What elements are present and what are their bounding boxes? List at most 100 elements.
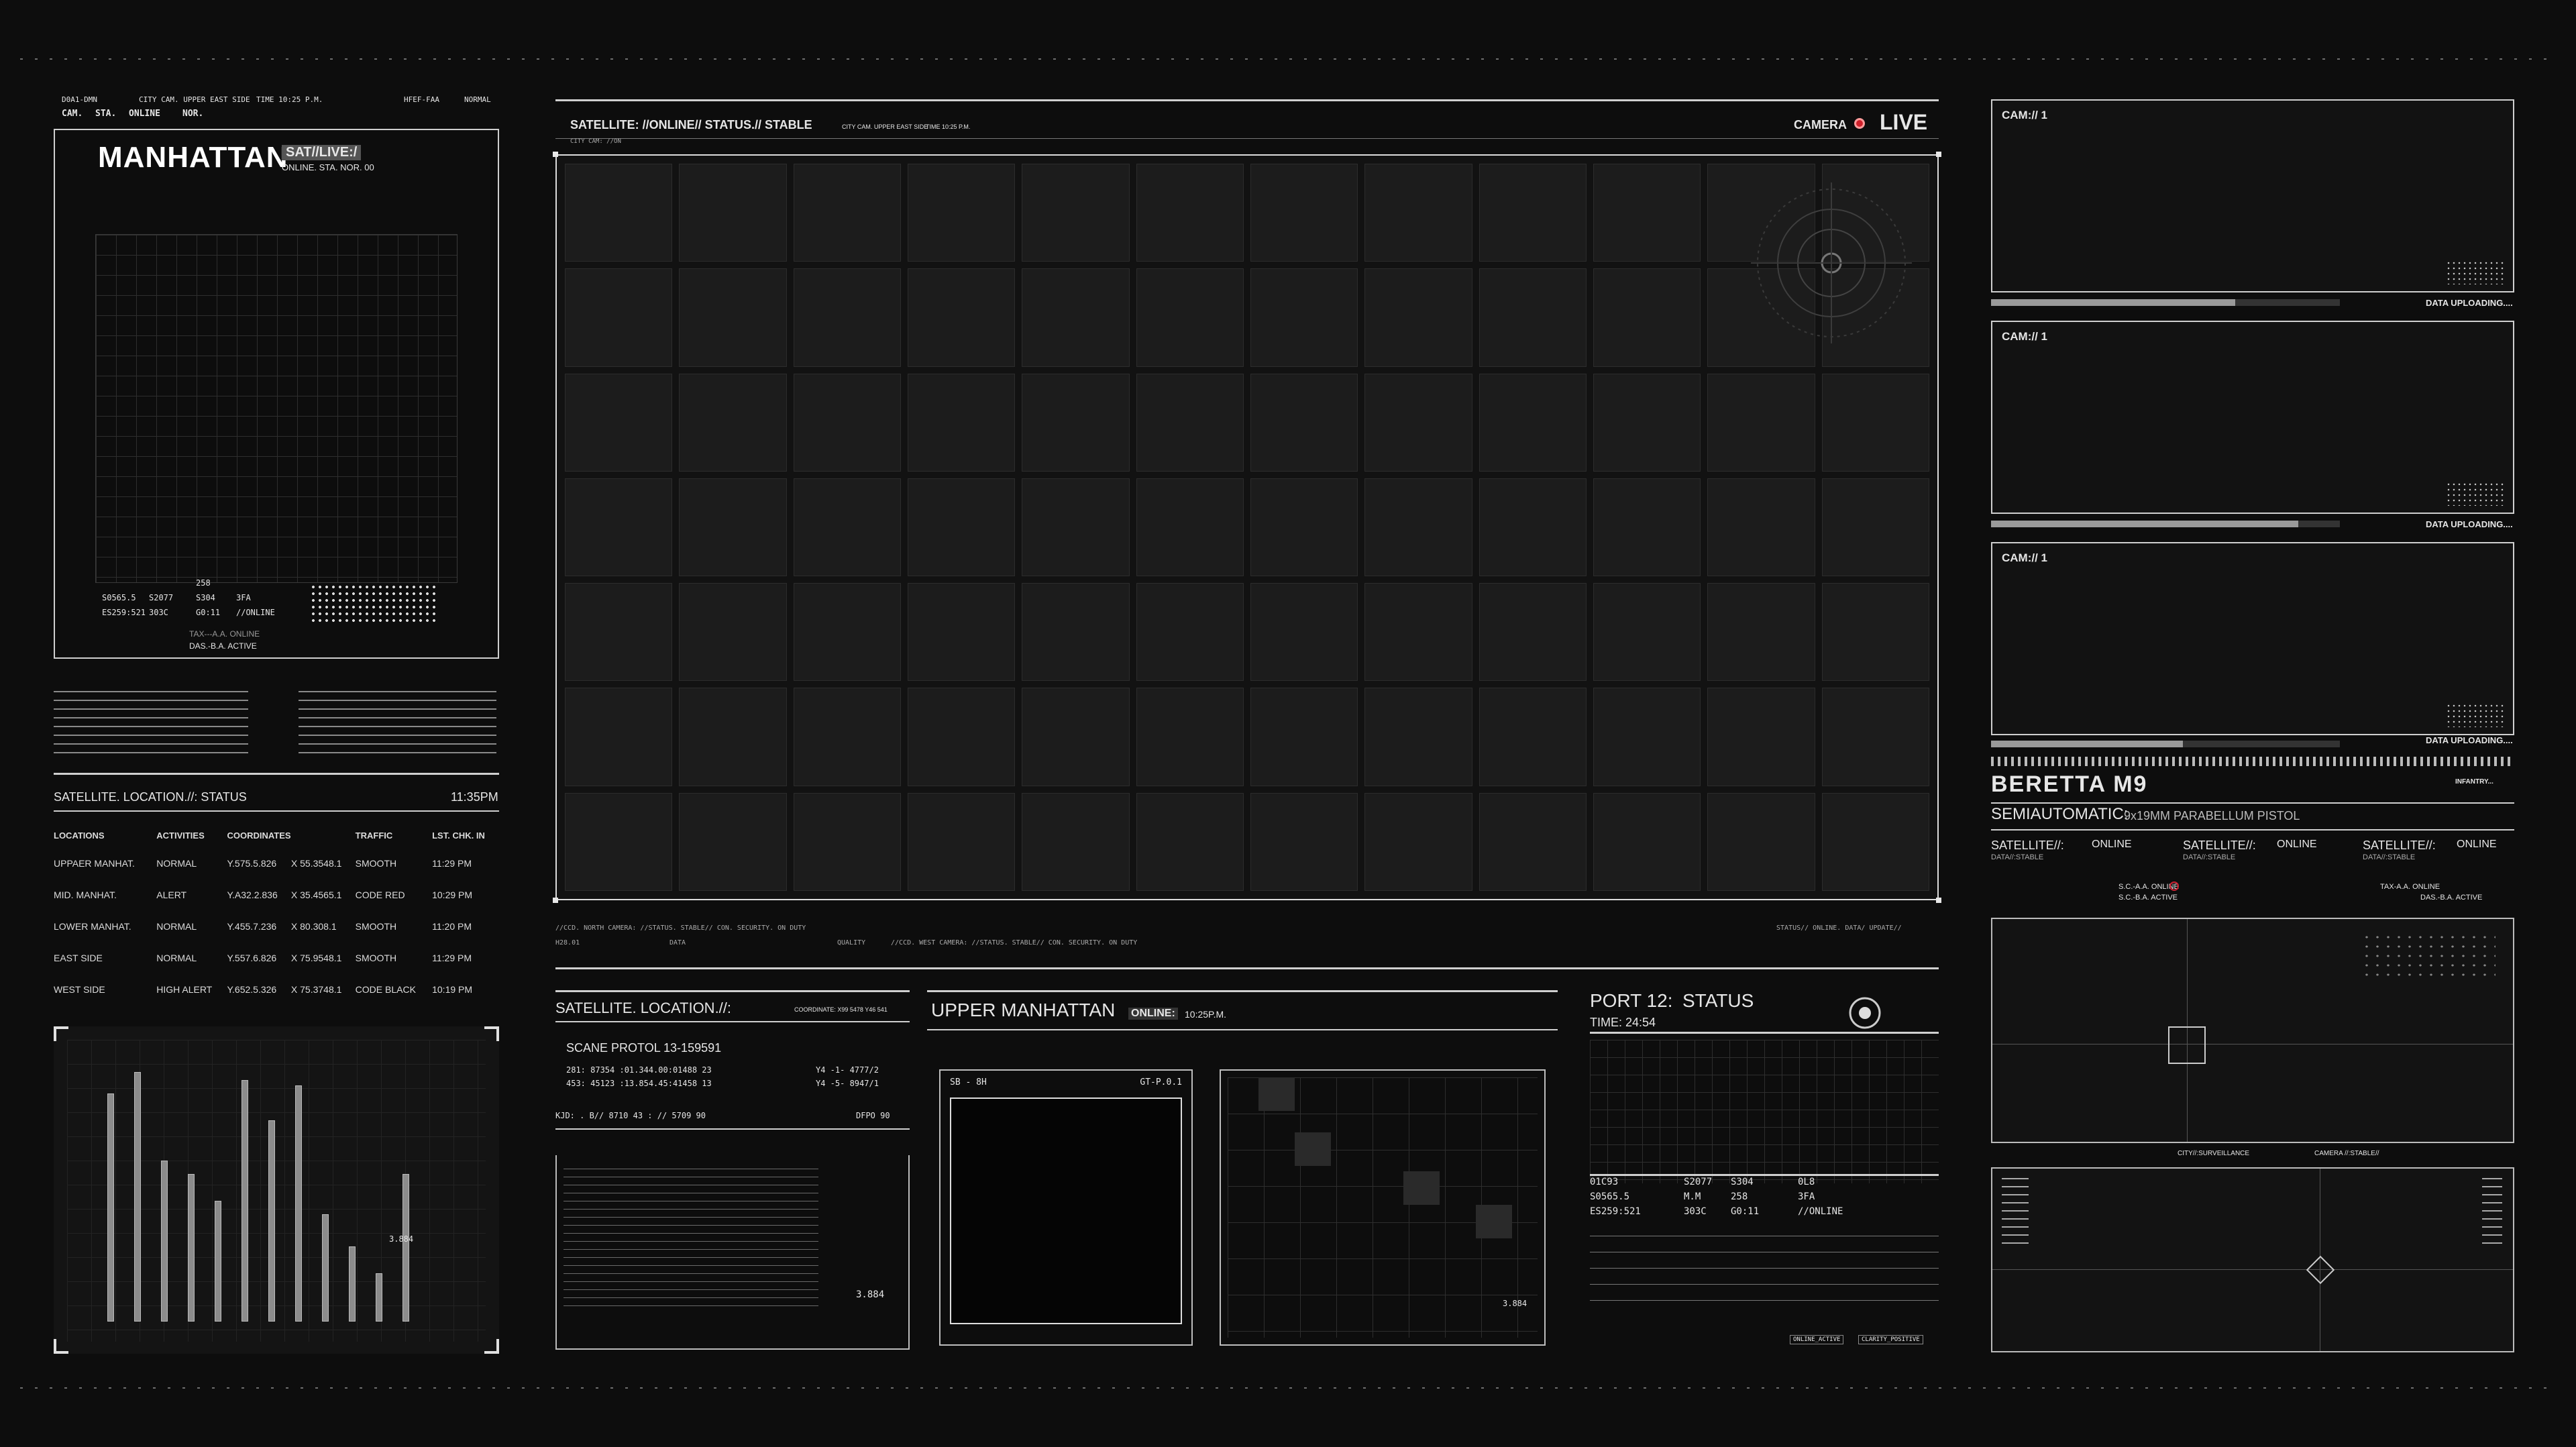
port-button-clarity[interactable]: CLARITY_POSITIVE: [1858, 1335, 1923, 1344]
cell: ALERT: [156, 890, 187, 900]
grid-cell: [1250, 478, 1358, 577]
grid-cell: [679, 688, 787, 786]
port-code: 01C93: [1590, 1177, 1619, 1187]
cell: SMOOTH: [355, 858, 397, 869]
cam-box-1: CAM:// 1: [1991, 99, 2514, 292]
code-5: S304: [196, 593, 215, 602]
bar-9: [322, 1214, 329, 1322]
beretta-infantry: INFANTRY...: [2455, 778, 2493, 786]
port-code: 0L8: [1798, 1177, 1815, 1187]
grid-cell: [1250, 792, 1358, 891]
grid-cell: [1364, 583, 1472, 682]
sb-label: SB - 8H: [950, 1077, 987, 1087]
satellite-grid: [565, 164, 1929, 891]
sat-location-dfpo: DFPO 90: [856, 1111, 890, 1120]
bottom-tick-row: [20, 1387, 2556, 1389]
corner-marker: [1936, 898, 1941, 903]
bar-6: [241, 1080, 248, 1322]
cell: 10:29 PM: [432, 890, 473, 900]
port-status: STATUS: [1682, 990, 1754, 1011]
gt-label: GT-P.0.1: [1140, 1077, 1182, 1087]
left-header-online: ONLINE: [129, 109, 160, 119]
left-header: D0A1-DMN CITY CAM. UPPER EAST SIDE TIME …: [62, 95, 504, 122]
online-label: ONLINE: [2457, 839, 2497, 850]
rule: [1590, 1032, 1939, 1034]
grid-cell: [1136, 373, 1244, 472]
sat-footer-data: DATA: [669, 939, 686, 947]
sat-location-coordinate: COORDINATE: X99 5478 Y46 541: [794, 1006, 888, 1013]
sat-label: SATELLITE//:: [2183, 839, 2256, 852]
port-time: TIME: 24:54: [1590, 1016, 1656, 1029]
grid-cell: [1593, 478, 1701, 577]
sat-bottom-rule: [555, 967, 1939, 969]
port-code: 3FA: [1798, 1191, 1815, 1202]
manhattan-tax: TAX---A.A. ONLINE: [189, 629, 260, 639]
grid-cell: [793, 583, 901, 682]
cam-box-2: CAM:// 1: [1991, 321, 2514, 514]
grid-cell: [1707, 478, 1815, 577]
code-3: S2077: [149, 593, 174, 602]
grid-cell: [907, 688, 1016, 786]
cam-progress-2: [1991, 521, 2340, 527]
left-header-nor: NOR.: [182, 109, 204, 119]
cell: CODE RED: [355, 890, 405, 900]
cam-dot-matrix: [2446, 260, 2506, 284]
bar-7: [268, 1120, 275, 1322]
grid-cell: [1022, 792, 1130, 891]
table-header-row: LOCATIONS ACTIVITIES COORDINATES TRAFFIC…: [54, 830, 499, 858]
scope-list: [2002, 1178, 2029, 1245]
grid-cell: [1136, 688, 1244, 786]
port-codes: 01C93 S2077 S304 0L8 S0565.5 M.M 258 3FA…: [1590, 1177, 1939, 1230]
grid-cell: [1707, 688, 1815, 786]
sb-box: SB - 8H GT-P.0.1: [939, 1069, 1193, 1346]
port-grid: [1590, 1040, 1939, 1183]
port-panel: PORT 12: STATUS TIME: 24:54 01C93 S2077 …: [1590, 990, 1939, 1352]
bar-2: [134, 1072, 141, 1322]
left-divider: [54, 773, 499, 775]
small-list-left: [54, 691, 248, 758]
code-8: 3FA: [236, 593, 251, 602]
grid-cell: [565, 268, 673, 367]
grid-cell: [565, 688, 673, 786]
port-code: S0565.5: [1590, 1191, 1630, 1202]
grid-cell: [1593, 792, 1701, 891]
cell: UPPAER MANHAT.: [54, 858, 135, 869]
beretta-title: BERETTA M9: [1991, 771, 2148, 797]
sat-location-scane: SCANE PROTOL 13-159591: [566, 1041, 722, 1055]
cell: Y.575.5.826: [227, 858, 277, 869]
cam-title: CAM:// 1: [2002, 551, 2047, 564]
sat-live: LIVE: [1880, 110, 1928, 134]
data-stable: DATA//:STABLE: [2363, 853, 2416, 861]
grid-cell: [679, 373, 787, 472]
scope-target-icon: [2168, 1026, 2206, 1064]
manhattan-title: MANHATTAN: [98, 141, 288, 174]
corner-marker: [553, 898, 558, 903]
scope-dots: [2361, 932, 2496, 979]
sat-footer-left: //CCD. NORTH CAMERA: //STATUS. STABLE// …: [555, 924, 806, 932]
live-indicator-icon: [1854, 118, 1865, 129]
grid-cell: [565, 792, 673, 891]
surveillance-label: CITY//:SURVEILLANCE: [2178, 1150, 2250, 1157]
grid-cell: [1593, 583, 1701, 682]
grid-cell: [1022, 164, 1130, 262]
dot-matrix: [310, 584, 437, 624]
rule: [927, 990, 1558, 992]
grid-cell: [1364, 268, 1472, 367]
location-status-table: LOCATIONS ACTIVITIES COORDINATES TRAFFIC…: [54, 830, 499, 1016]
grid-cell: [1136, 268, 1244, 367]
port-code: S2077: [1684, 1177, 1713, 1187]
grid-cell: [1707, 792, 1815, 891]
code-4: 303C: [149, 608, 168, 617]
bar-3: [161, 1161, 168, 1322]
grid-cell: [793, 373, 901, 472]
cell: NORMAL: [156, 858, 197, 869]
scope-diamond-icon: [2306, 1255, 2335, 1285]
port-button-online[interactable]: ONLINE_ACTIVE: [1790, 1335, 1844, 1344]
col-activities: ACTIVITIES: [156, 830, 205, 841]
terminal-lines: [564, 1169, 818, 1309]
cam-progress-3: [1991, 741, 2340, 747]
sat-location-row1: 281: 87354 :01.344.00:01488 23: [566, 1065, 712, 1075]
table-row: WEST SIDE HIGH ALERT Y.652.5.326 X 75.37…: [54, 984, 499, 1016]
grid-cell: [1479, 583, 1587, 682]
table-row: MID. MANHAT. ALERT Y.A32.2.836 X 35.4565…: [54, 890, 499, 921]
